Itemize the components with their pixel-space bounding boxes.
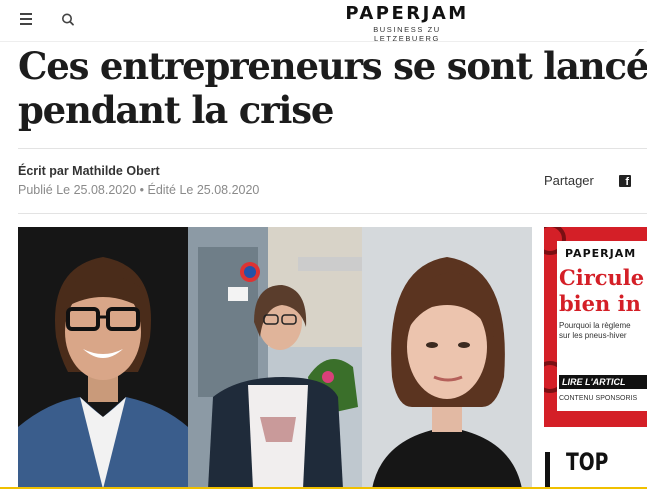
- article-author: Écrit par Mathilde Obert: [18, 164, 160, 178]
- portrait-woman-studio: [362, 227, 532, 489]
- hamburger-menu-icon[interactable]: [16, 10, 38, 28]
- article-title-line-1: Ces entrepreneurs se sont lancés: [18, 44, 647, 88]
- divider: [18, 148, 647, 149]
- ad-read-article-button[interactable]: LIRE L'ARTICL: [559, 375, 647, 389]
- article-title: Ces entrepreneurs se sont lancés pendant…: [18, 44, 647, 132]
- share-label[interactable]: Partager: [544, 173, 594, 188]
- ad-text-line-2: sur les pneus-hiver: [559, 331, 627, 340]
- search-icon[interactable]: [58, 10, 78, 30]
- ad-logo: PAPERJAM: [565, 247, 637, 260]
- portrait-woman-street: [188, 227, 362, 489]
- article-hero-image: [18, 227, 532, 489]
- portrait-man: [18, 227, 188, 489]
- ad-text: Pourquoi la règleme sur les pneus-hiver: [559, 321, 631, 341]
- ad-sponsored-label: CONTENU SPONSORIS: [559, 395, 638, 402]
- top-navigation-bar: PAPERJAM BUSINESS ZU LETZEBUERG: [0, 0, 647, 44]
- ad-title: Circule bien in: [559, 265, 644, 317]
- facebook-icon[interactable]: f: [619, 175, 631, 188]
- article-dates: Publié Le 25.08.2020 • Édité Le 25.08.20…: [18, 183, 260, 197]
- site-logo[interactable]: PAPERJAM BUSINESS ZU LETZEBUERG: [342, 3, 472, 44]
- divider: [18, 213, 647, 214]
- logo-tagline: BUSINESS ZU LETZEBUERG: [373, 25, 441, 43]
- logo-wordmark: PAPERJAM: [345, 3, 469, 24]
- section-marker: [545, 452, 550, 489]
- article-title-line-2: pendant la crise: [18, 88, 334, 132]
- ad-title-line-1: Circule: [559, 265, 645, 290]
- sidebar-advertisement[interactable]: PAPERJAM Circule bien in Pourquoi la règ…: [544, 227, 647, 427]
- ad-title-line-2: bien in: [559, 291, 641, 316]
- ad-text-line-1: Pourquoi la règleme: [559, 321, 631, 330]
- top-section-heading: TOP: [566, 448, 609, 476]
